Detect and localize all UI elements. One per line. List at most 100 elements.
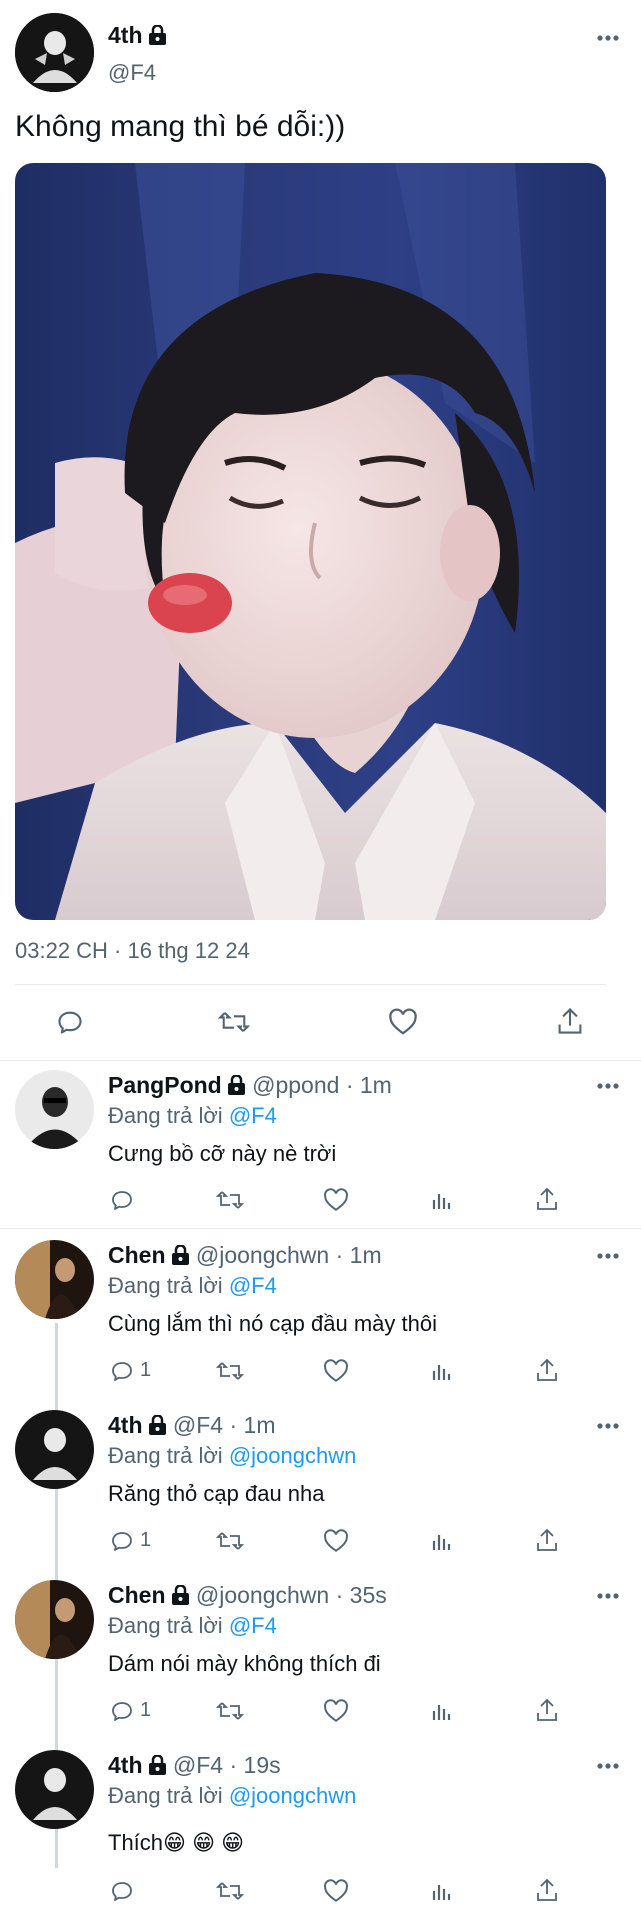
like-icon[interactable] [323,1529,349,1553]
avatar[interactable] [15,1070,94,1149]
analytics-icon[interactable] [430,1188,454,1212]
display-name[interactable]: Chen [108,1582,166,1608]
replying-to-link[interactable]: @F4 [229,1273,277,1298]
author-name-row[interactable]: 4th [108,22,167,49]
reply-text: Cưng bồ cỡ này nè trời [108,1141,337,1166]
reply-time[interactable]: · 35s [336,1582,387,1608]
analytics-icon[interactable] [430,1359,454,1383]
replying-to-link[interactable]: @joongchwn [229,1783,357,1808]
display-name[interactable]: PangPond [108,1072,222,1098]
avatar[interactable] [15,1240,94,1319]
like-icon[interactable] [388,1008,418,1036]
share-icon[interactable] [535,1186,559,1212]
reply-icon[interactable] [110,1529,134,1553]
retweet-icon[interactable] [218,1008,250,1036]
avatar[interactable] [15,1580,94,1659]
replying-to-line: Đang trả lời @joongchwn [108,1443,356,1469]
reply-action-bar [0,1877,641,1907]
retweet-icon[interactable] [216,1529,244,1553]
more-options-icon[interactable] [596,1082,620,1090]
replying-to-line: Đang trả lời @F4 [108,1273,277,1299]
display-name[interactable]: Chen [108,1242,166,1268]
analytics-icon[interactable] [430,1699,454,1723]
reply-action-bar: 1 [0,1357,641,1387]
lock-icon [227,1075,245,1095]
replying-to-link[interactable]: @F4 [229,1613,277,1638]
lock-icon [148,1415,166,1435]
avatar-image [15,1750,94,1829]
avatar-image [15,1070,94,1149]
more-options-icon[interactable] [596,34,620,42]
avatar[interactable] [15,13,94,92]
reply-icon[interactable] [110,1699,134,1723]
share-icon[interactable] [535,1357,559,1383]
tweet-media-image[interactable] [15,163,606,920]
replying-label: Đang trả lời [108,1613,223,1638]
replying-label: Đang trả lời [108,1273,223,1298]
lock-icon [171,1585,189,1605]
share-icon[interactable] [556,1006,584,1036]
retweet-icon[interactable] [216,1699,244,1723]
handle[interactable]: @joongchwn [196,1582,329,1608]
replying-label: Đang trả lời [108,1103,223,1128]
divider [0,1228,641,1229]
display-name[interactable]: 4th [108,1752,143,1778]
replying-label: Đang trả lời [108,1443,223,1468]
avatar-image [15,1240,94,1319]
handle[interactable]: @joongchwn [196,1242,329,1268]
share-icon[interactable] [535,1877,559,1903]
handle[interactable]: @F4 [173,1752,223,1778]
author-handle[interactable]: @F4 [108,60,156,86]
like-icon[interactable] [323,1359,349,1383]
replying-to-link[interactable]: @F4 [229,1103,277,1128]
display-name[interactable]: 4th [108,22,143,48]
handle[interactable]: @ppond [252,1072,339,1098]
reply-text: Cùng lắm thì nó cạp đầu mày thôi [108,1311,437,1336]
reply-icon[interactable] [110,1359,134,1383]
avatar[interactable] [15,1750,94,1829]
lock-icon [148,1755,166,1775]
lock-icon [171,1245,189,1265]
more-options-icon[interactable] [596,1422,620,1430]
retweet-icon[interactable] [216,1359,244,1383]
reply-action-bar: 1 [0,1527,641,1557]
share-icon[interactable] [535,1527,559,1553]
reply-text: Thích😁 😁 😁 [108,1830,245,1855]
media-photo [15,163,606,920]
avatar-image [15,1410,94,1489]
avatar-image [15,1580,94,1659]
reply-time[interactable]: · 1m [346,1072,392,1098]
reply-count: 1 [140,1529,152,1551]
tweet-text: Không mang thì bé dỗi:)) [15,110,346,143]
analytics-icon[interactable] [430,1879,454,1903]
reply-header: 4th @F4 · 19s [108,1752,281,1779]
tweet-timestamp[interactable]: 03:22 CH · 16 thg 12 24 [15,938,250,964]
handle[interactable]: @F4 [173,1412,223,1438]
retweet-icon[interactable] [216,1188,244,1212]
reply-header: Chen @joongchwn · 35s [108,1582,387,1609]
reply-time[interactable]: · 19s [229,1752,280,1778]
reply-header: PangPond @ppond · 1m [108,1072,392,1099]
reply-count: 1 [140,1699,152,1721]
replying-to-link[interactable]: @joongchwn [229,1443,357,1468]
reply-header: 4th @F4 · 1m [108,1412,275,1439]
reply-time[interactable]: · 1m [229,1412,275,1438]
reply-time[interactable]: · 1m [336,1242,382,1268]
retweet-icon[interactable] [216,1879,244,1903]
analytics-icon[interactable] [430,1529,454,1553]
like-icon[interactable] [323,1188,349,1212]
reply-icon[interactable] [110,1879,134,1903]
avatar[interactable] [15,1410,94,1489]
reply-text: Răng thỏ cạp đau nha [108,1481,325,1506]
display-name[interactable]: 4th [108,1412,143,1438]
more-options-icon[interactable] [596,1592,620,1600]
like-icon[interactable] [323,1699,349,1723]
reply-action-bar: 1 [0,1697,641,1727]
reply-icon[interactable] [56,1008,84,1036]
lock-icon [148,25,166,45]
more-options-icon[interactable] [596,1252,620,1260]
share-icon[interactable] [535,1697,559,1723]
more-options-icon[interactable] [596,1762,620,1770]
like-icon[interactable] [323,1879,349,1903]
reply-icon[interactable] [110,1188,134,1212]
